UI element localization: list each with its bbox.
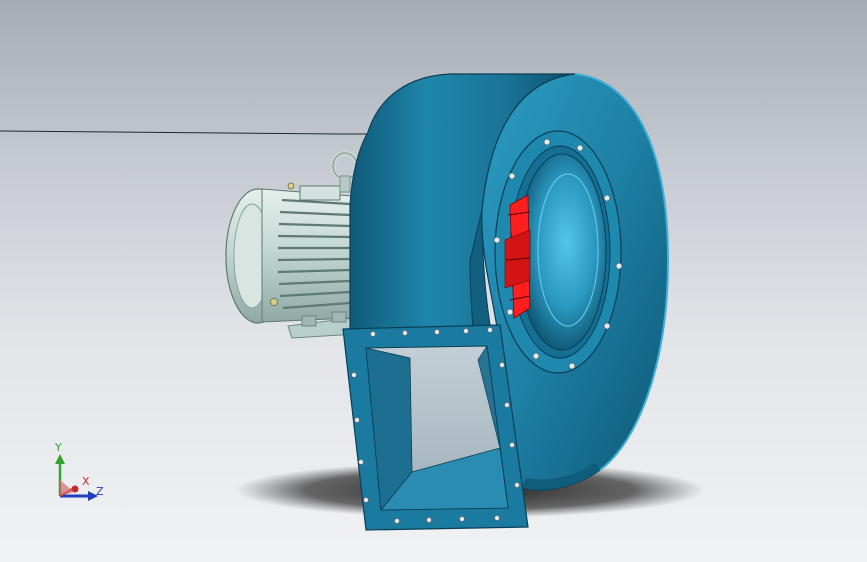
graphics-viewport[interactable]: Y X Z [0, 0, 867, 562]
fan-model-scene[interactable] [0, 0, 867, 562]
x-axis-label: X [82, 475, 90, 488]
reference-triad[interactable]: Y X Z [44, 440, 114, 510]
inlet-opening [517, 153, 607, 351]
motor[interactable] [225, 150, 360, 339]
z-axis-label: Z [96, 485, 104, 498]
y-axis-label: Y [55, 441, 62, 454]
outlet-flange[interactable] [342, 324, 529, 531]
